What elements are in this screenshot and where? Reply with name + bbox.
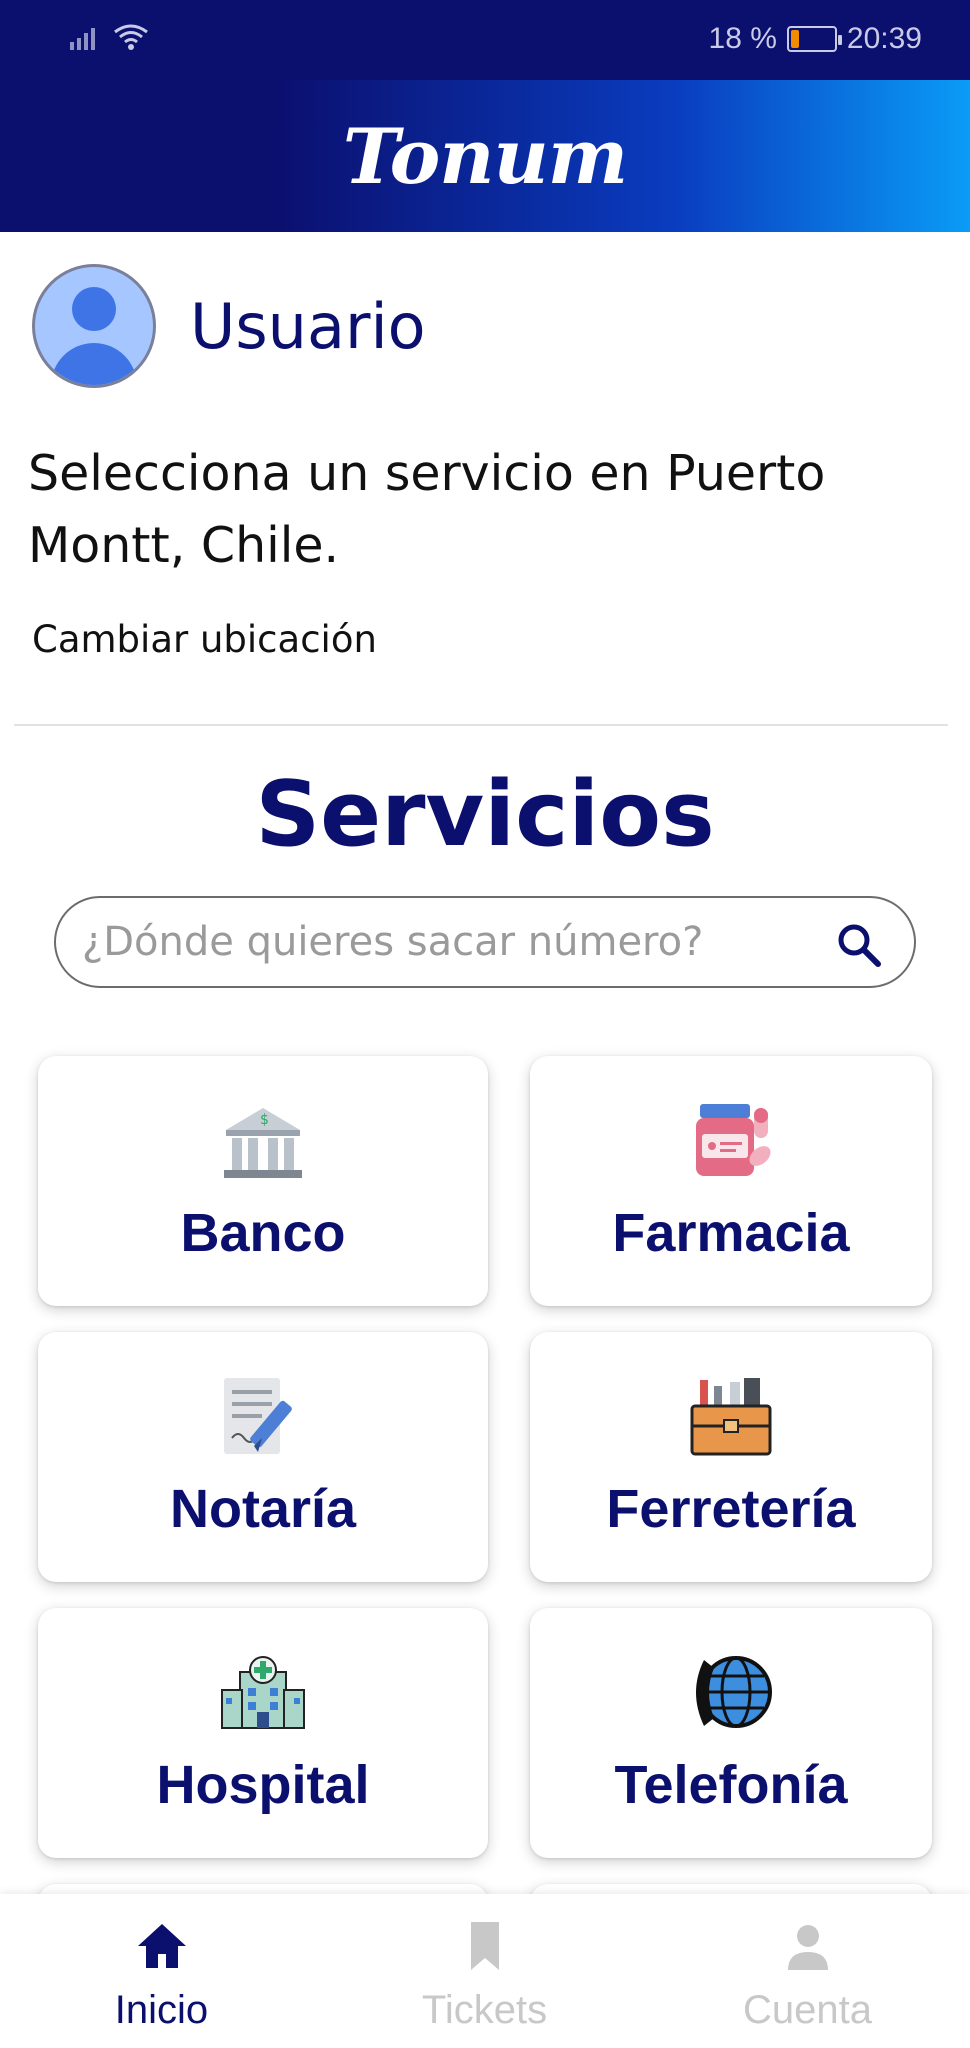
service-card-label: Telefonía xyxy=(614,1755,848,1815)
bank-icon: $ xyxy=(224,1108,302,1178)
user-name: Usuario xyxy=(190,290,426,363)
battery-icon xyxy=(786,26,842,52)
battery-percent: 18 % xyxy=(708,22,777,55)
avatar-body xyxy=(51,343,137,385)
service-card-label: Notaría xyxy=(169,1479,357,1539)
phone-globe-icon xyxy=(696,1656,772,1728)
nav-label: Inicio xyxy=(114,1988,209,2032)
bottom-nav: Inicio Tickets Cuenta xyxy=(0,1894,970,2048)
service-card-label: Banco xyxy=(180,1203,346,1263)
search-icon[interactable] xyxy=(834,920,884,970)
service-card-label: Farmacia xyxy=(612,1203,850,1263)
nav-item-tickets[interactable]: Tickets xyxy=(323,1894,646,2048)
avatar-head xyxy=(72,287,116,331)
nav-item-inicio[interactable]: Inicio xyxy=(0,1894,323,2048)
service-card-banco[interactable]: $ Banco xyxy=(38,1056,488,1306)
notary-icon xyxy=(224,1378,292,1454)
toolbox-icon xyxy=(690,1378,772,1456)
wifi-icon xyxy=(114,24,148,50)
search-input[interactable] xyxy=(82,919,822,965)
app-header: Tonum xyxy=(0,80,970,232)
hospital-icon xyxy=(221,1656,305,1729)
status-right: 18 % 20:39 xyxy=(709,22,922,56)
service-card-label: Hospital xyxy=(156,1755,370,1815)
svg-text:$: $ xyxy=(260,1112,269,1128)
service-card-farmacia[interactable]: Farmacia xyxy=(530,1056,932,1306)
avatar[interactable] xyxy=(32,264,156,388)
change-location-link[interactable]: Cambiar ubicación xyxy=(32,618,377,661)
home-icon xyxy=(137,1924,186,1968)
services-title: Servicios xyxy=(255,762,715,867)
service-card-notaria[interactable]: Notaría xyxy=(38,1332,488,1582)
status-left xyxy=(68,22,150,52)
status-bar: 18 % 20:39 xyxy=(0,0,970,80)
service-card-ferreteria[interactable]: Ferretería xyxy=(530,1332,932,1582)
app-logo: Tonum xyxy=(342,111,628,201)
bookmark-icon xyxy=(470,1922,499,1970)
service-card-telefonia[interactable]: Telefonía xyxy=(530,1608,932,1858)
service-card-hospital[interactable]: Hospital xyxy=(38,1608,488,1858)
search-box[interactable] xyxy=(54,896,916,988)
nav-item-cuenta[interactable]: Cuenta xyxy=(646,1894,969,2048)
location-prompt: Selecciona un servicio en Puerto Montt, … xyxy=(28,445,826,574)
clock: 20:39 xyxy=(846,22,922,55)
person-icon xyxy=(787,1925,828,1970)
signal-icon xyxy=(70,28,95,50)
pharmacy-icon xyxy=(696,1104,771,1176)
nav-label: Cuenta xyxy=(743,1988,872,2032)
nav-label: Tickets xyxy=(421,1988,548,2032)
service-card-label: Ferretería xyxy=(606,1479,856,1539)
divider xyxy=(14,724,948,726)
